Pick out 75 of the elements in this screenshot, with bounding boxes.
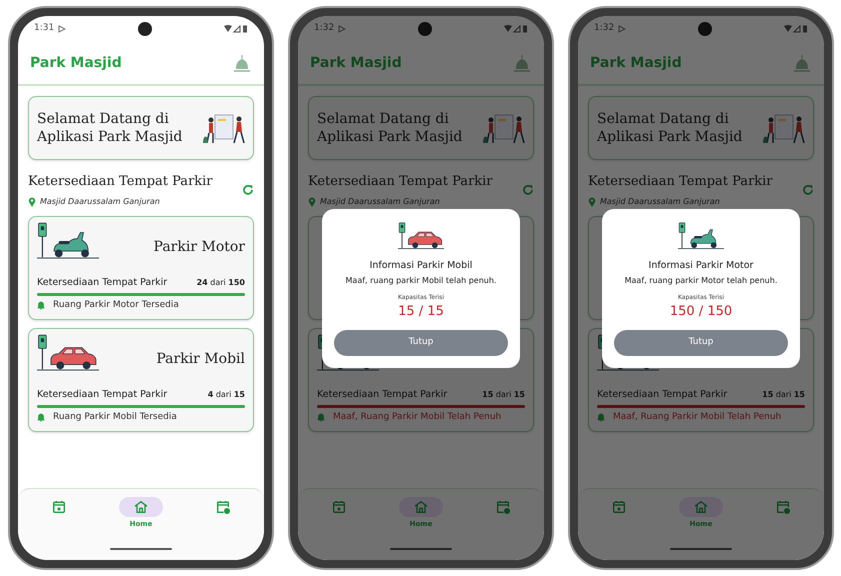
parking-scooter-icon <box>678 221 724 251</box>
play-icon <box>618 25 626 33</box>
location-pin-icon <box>308 196 316 206</box>
location-text: Masjid Daarussalam Ganjuran <box>40 196 160 208</box>
status-text: Maaf, Ruang Parkir Mobil Telah Penuh <box>613 411 782 424</box>
calendar-clock-icon <box>215 499 231 515</box>
dialog-title: Informasi Parkir Mobil <box>370 259 472 273</box>
status-text: Ruang Parkir Motor Tersedia <box>53 299 179 312</box>
home-icon <box>133 499 149 515</box>
mosque-logo-icon <box>512 53 532 73</box>
availability-count: 4 dari 15 <box>208 388 245 401</box>
refresh-icon <box>242 184 254 196</box>
calendar-icon <box>51 499 67 515</box>
camera-icon <box>698 22 712 36</box>
bell-icon <box>597 413 605 422</box>
capacity-value: 150 / 150 <box>670 303 732 322</box>
home-indicator <box>390 548 452 550</box>
play-icon <box>338 25 346 33</box>
parking-car-icon <box>37 332 99 372</box>
close-button[interactable]: Tutup <box>334 330 508 356</box>
status-text: Maaf, Ruang Parkir Mobil Telah Penuh <box>333 411 502 424</box>
location-pin-icon <box>28 196 36 206</box>
parking-scooter-icon <box>37 220 99 260</box>
calendar-icon <box>611 499 627 515</box>
dialog-title: Informasi Parkir Motor <box>648 259 754 273</box>
welcome-text: Selamat Datang di Aplikasi Park Masjid <box>317 110 464 146</box>
play-icon <box>58 25 66 33</box>
location-text: Masjid Daarussalam Ganjuran <box>600 196 720 208</box>
capacity-value: 15 / 15 <box>398 303 444 322</box>
section-title: Ketersediaan Tempat Parkir <box>308 173 493 191</box>
welcome-text: Selamat Datang di Aplikasi Park Masjid <box>37 110 184 146</box>
app-title: Park Masjid <box>310 54 402 72</box>
availability-label: Ketersediaan Tempat Parkir <box>37 388 168 402</box>
availability-count: 15 dari 15 <box>482 388 525 401</box>
camera-icon <box>418 22 432 36</box>
dialog-message: Maaf, ruang parkir Motor telah penuh. <box>624 275 778 288</box>
app-title: Park Masjid <box>590 54 682 72</box>
app-title: Park Masjid <box>30 54 122 72</box>
availability-label: Ketersediaan Tempat Parkir <box>317 388 448 402</box>
close-button[interactable]: Tutup <box>614 330 788 356</box>
section-title: Ketersediaan Tempat Parkir <box>28 173 213 191</box>
parking-car-icon <box>398 221 444 251</box>
bell-icon <box>37 301 45 310</box>
home-icon <box>413 499 429 515</box>
availability-count: 15 dari 15 <box>762 388 805 401</box>
card-title: Parkir Motor <box>154 238 245 256</box>
availability-label: Ketersediaan Tempat Parkir <box>37 276 168 290</box>
welcome-text: Selamat Datang di Aplikasi Park Masjid <box>597 110 744 146</box>
status-time: 1:32 <box>594 22 614 36</box>
bell-icon <box>317 413 325 422</box>
section-title: Ketersediaan Tempat Parkir <box>588 173 773 191</box>
calendar-icon <box>331 499 347 515</box>
bell-icon <box>37 413 45 422</box>
home-indicator <box>110 548 172 550</box>
home-indicator <box>670 548 732 550</box>
status-time: 1:32 <box>314 22 334 36</box>
calendar-clock-icon <box>495 499 511 515</box>
refresh-icon <box>522 184 534 196</box>
home-icon <box>693 499 709 515</box>
card-title: Parkir Mobil <box>156 350 245 368</box>
status-text: Ruang Parkir Mobil Tersedia <box>53 411 177 424</box>
refresh-icon <box>802 184 814 196</box>
status-icons <box>504 25 528 33</box>
dialog-message: Maaf, ruang parkir Mobil telah penuh. <box>346 275 496 288</box>
status-time: 1:31 <box>34 22 54 36</box>
status-icons <box>784 25 808 33</box>
location-pin-icon <box>588 196 596 206</box>
camera-icon <box>138 22 152 36</box>
calendar-clock-icon <box>775 499 791 515</box>
availability-count: 24 dari 150 <box>196 276 245 289</box>
mosque-logo-icon <box>792 53 812 73</box>
availability-label: Ketersediaan Tempat Parkir <box>597 388 728 402</box>
location-text: Masjid Daarussalam Ganjuran <box>320 196 440 208</box>
mosque-logo-icon <box>232 53 252 73</box>
status-icons <box>224 25 248 33</box>
